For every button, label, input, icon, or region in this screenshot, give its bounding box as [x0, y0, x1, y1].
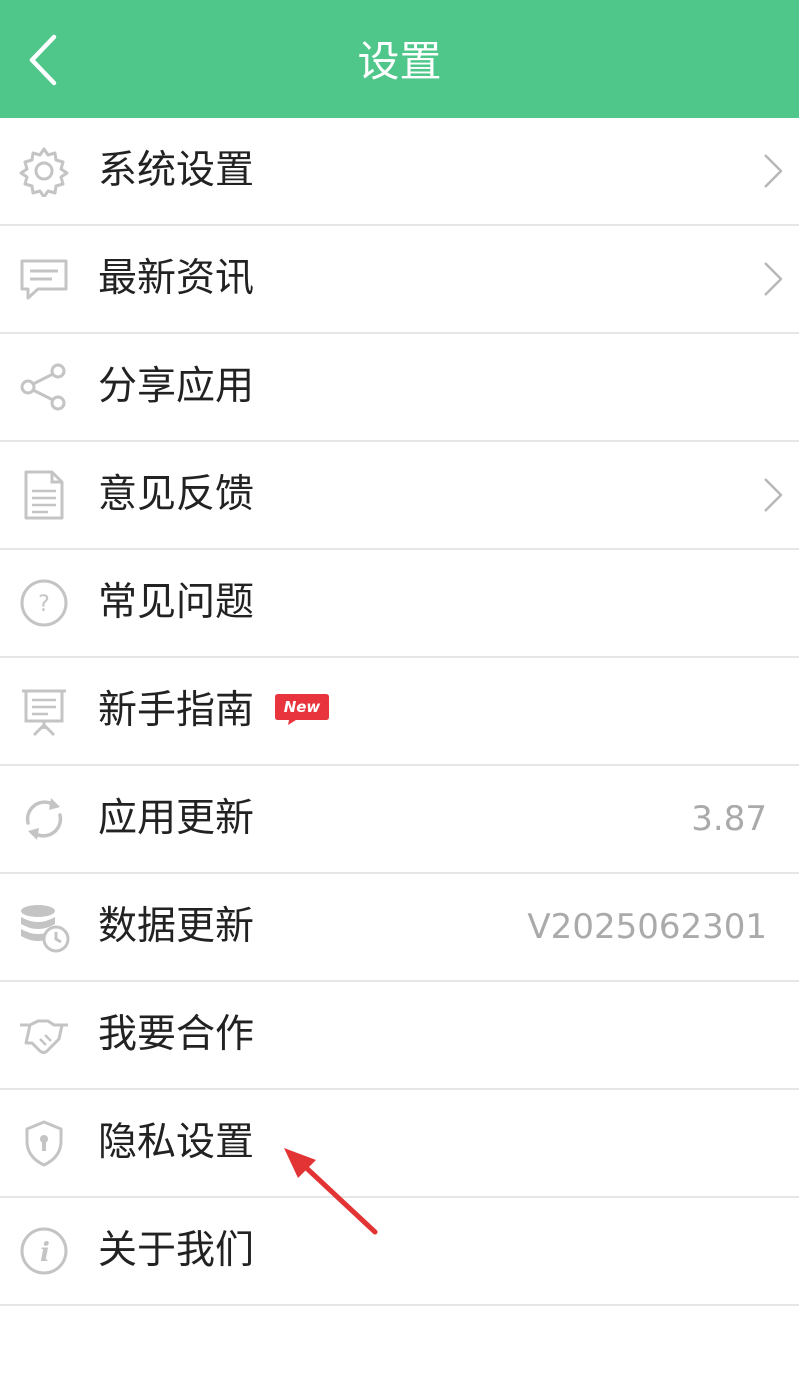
- refresh-icon: [18, 793, 70, 845]
- message-icon: [18, 253, 70, 305]
- presentation-icon: [18, 685, 70, 737]
- shield-icon: [18, 1117, 70, 1169]
- menu-item-label: 系统设置: [98, 148, 255, 193]
- chevron-right-icon: [759, 259, 785, 299]
- menu-item-label: 新手指南: [98, 688, 255, 733]
- svg-text:?: ?: [38, 592, 50, 617]
- settings-menu-list: 系统设置 最新资讯 分享应用 意见反馈? 常见问题 新手指南 New 应用更新 3.87 数据更新…: [0, 118, 799, 1306]
- menu-item-feedback[interactable]: 意见反馈: [0, 442, 799, 550]
- question-icon: ?: [18, 577, 70, 629]
- menu-item-share-app[interactable]: 分享应用: [0, 334, 799, 442]
- menu-item-data-update[interactable]: 数据更新 V2025062301: [0, 874, 799, 982]
- info-icon: i: [18, 1225, 70, 1277]
- chevron-right-icon: [759, 475, 785, 515]
- database-refresh-icon: [18, 901, 70, 953]
- document-icon: [18, 469, 70, 521]
- menu-item-label: 分享应用: [98, 364, 255, 409]
- menu-item-label: 常见问题: [98, 580, 255, 625]
- menu-item-label: 意见反馈: [98, 472, 255, 517]
- menu-item-label: 应用更新: [98, 796, 255, 841]
- menu-item-system-settings[interactable]: 系统设置: [0, 118, 799, 226]
- page-title: 设置: [357, 37, 442, 86]
- menu-item-label: 隐私设置: [98, 1120, 255, 1165]
- chevron-right-icon: [759, 151, 785, 191]
- menu-item-cooperation[interactable]: 我要合作: [0, 982, 799, 1090]
- handshake-icon: [18, 1009, 70, 1061]
- menu-item-value: 3.87: [691, 799, 767, 839]
- menu-item-value: V2025062301: [527, 907, 767, 947]
- menu-item-label: 数据更新: [98, 904, 255, 949]
- menu-item-label: 最新资讯: [98, 256, 255, 301]
- gear-icon: [18, 145, 70, 199]
- svg-text:i: i: [40, 1238, 50, 1268]
- menu-item-app-update[interactable]: 应用更新 3.87: [0, 766, 799, 874]
- menu-item-beginner-guide[interactable]: 新手指南 New: [0, 658, 799, 766]
- menu-item-label: 关于我们: [98, 1228, 255, 1273]
- menu-item-label: 我要合作: [98, 1012, 255, 1057]
- share-icon: [18, 361, 70, 413]
- menu-item-about-us[interactable]: i 关于我们: [0, 1198, 799, 1306]
- header-bar: 设置: [0, 0, 799, 118]
- new-badge: New: [274, 692, 330, 726]
- menu-item-faq[interactable]: ? 常见问题: [0, 550, 799, 658]
- menu-item-privacy-settings[interactable]: 隐私设置: [0, 1090, 799, 1198]
- menu-item-latest-news[interactable]: 最新资讯: [0, 226, 799, 334]
- new-badge-label: New: [283, 698, 321, 716]
